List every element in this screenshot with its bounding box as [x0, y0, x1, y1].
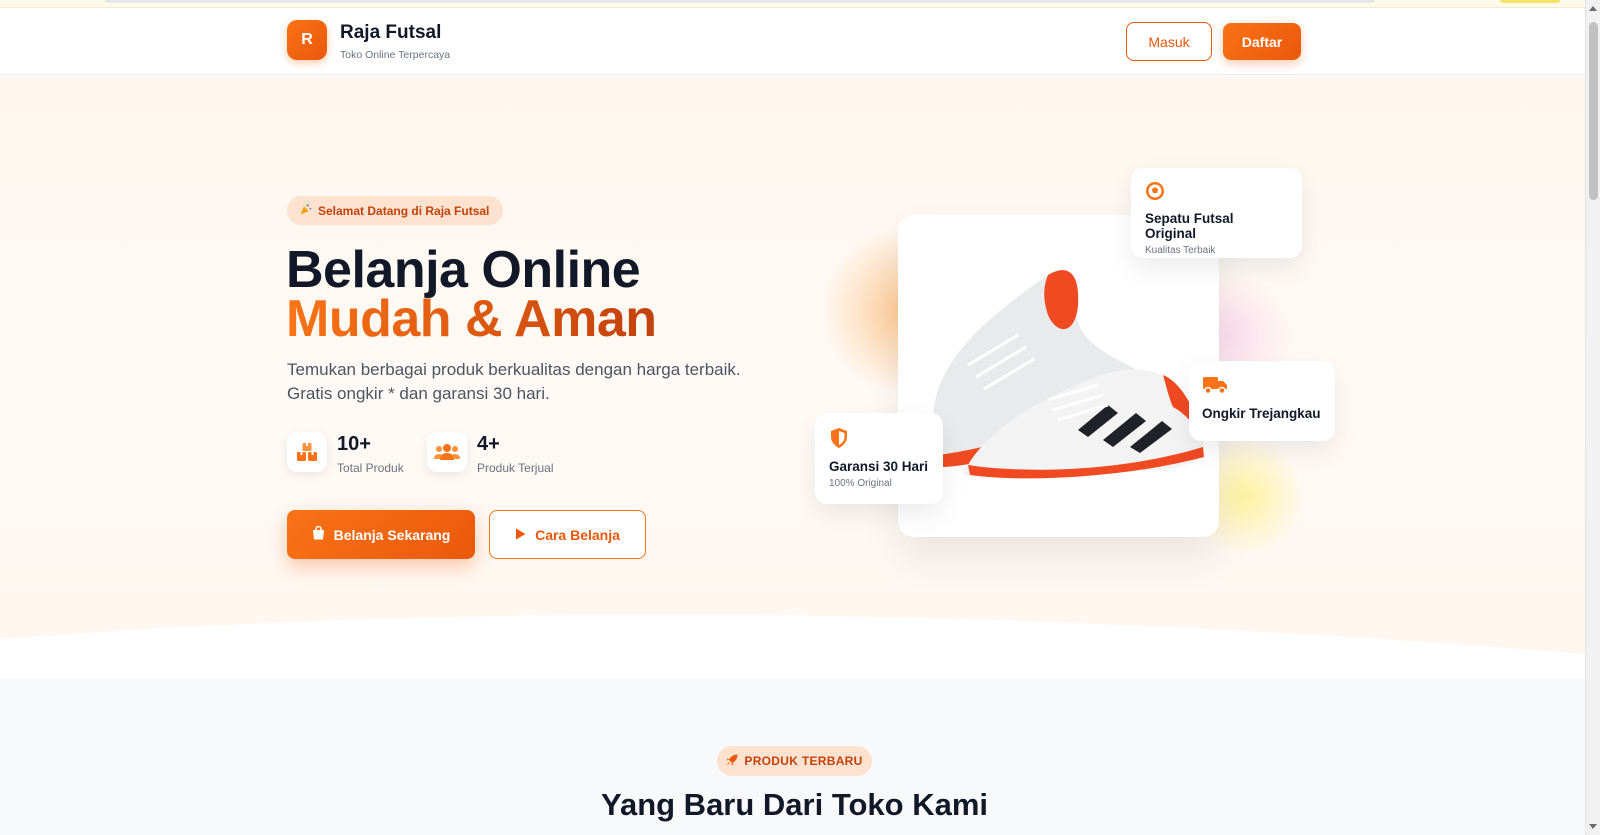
shop-now-button[interactable]: Belanja Sekarang — [287, 510, 475, 559]
hero-section: Selamat Datang di Raja Futsal Belanja On… — [0, 76, 1585, 679]
hero-description: Temukan berbagai produk berkualitas deng… — [287, 360, 741, 403]
shield-icon — [829, 428, 849, 453]
stat-label: Total Produk — [337, 461, 404, 475]
page-scrollbar[interactable] — [1585, 0, 1600, 835]
brand-tagline: Toko Online Terpercaya — [340, 49, 451, 61]
welcome-badge-label: Selamat Datang di Raja Futsal — [318, 203, 490, 218]
shopping-bag-icon — [312, 525, 325, 543]
latest-products-badge: PRODUK TERBARU — [717, 746, 872, 776]
scroll-up-arrow-icon[interactable] — [1589, 6, 1597, 11]
logo-badge[interactable]: R — [287, 20, 327, 60]
feature-card-subtitle: 100% Original — [829, 478, 892, 489]
users-icon — [427, 432, 467, 472]
site-header: R Raja Futsal Toko Online Terpercaya Mas… — [0, 8, 1585, 75]
login-button[interactable]: Masuk — [1126, 22, 1212, 61]
feature-card-subtitle: Kualitas Terbaik — [1145, 245, 1216, 256]
how-to-shop-button[interactable]: Cara Belanja — [489, 510, 646, 559]
product-image-card[interactable] — [898, 215, 1219, 537]
address-bar-remnant — [105, 0, 1375, 3]
how-to-shop-label: Cara Belanja — [535, 526, 620, 543]
truck-icon — [1202, 377, 1228, 399]
play-icon — [515, 527, 526, 543]
boxes-icon — [287, 432, 327, 472]
stat-products-sold: 4+ Produk Terjual — [427, 432, 554, 475]
stat-total-products: 10+ Total Produk — [287, 432, 404, 475]
feature-card-title: Sepatu Futsal Original — [1145, 211, 1234, 241]
stat-label: Produk Terjual — [477, 461, 554, 475]
feature-card-title: Garansi 30 Hari — [829, 459, 929, 474]
latest-products-title: Yang Baru Dari Toko Kami — [600, 787, 988, 822]
feature-card-warranty: Garansi 30 Hari 100% Original — [815, 413, 943, 504]
party-popper-icon — [299, 203, 312, 219]
stat-value: 4+ — [477, 433, 500, 455]
browser-top-strip — [0, 0, 1585, 8]
hero-wave-divider — [0, 614, 1585, 679]
stat-value: 10+ — [337, 433, 371, 455]
feature-card-shipping: Ongkir Trejangkau — [1189, 361, 1335, 441]
feature-card-title: Ongkir Trejangkau — [1202, 406, 1321, 421]
shop-now-label: Belanja Sekarang — [333, 526, 451, 543]
extension-indicator — [1500, 0, 1560, 3]
latest-products-badge-label: PRODUK TERBARU — [744, 754, 863, 768]
feature-card-original-shoes: Sepatu Futsal Original Kualitas Terbaik — [1131, 168, 1302, 258]
scroll-down-arrow-icon[interactable] — [1589, 824, 1597, 829]
scroll-thumb[interactable] — [1589, 22, 1598, 200]
hero-headline-line2: Mudah & Aman — [286, 290, 657, 348]
soccer-ball-icon — [1145, 182, 1165, 205]
rocket-icon — [726, 754, 738, 769]
welcome-badge: Selamat Datang di Raja Futsal — [287, 196, 504, 225]
register-button[interactable]: Daftar — [1223, 23, 1301, 60]
brand-name[interactable]: Raja Futsal — [340, 22, 441, 44]
futsal-shoes-image — [933, 270, 1204, 479]
